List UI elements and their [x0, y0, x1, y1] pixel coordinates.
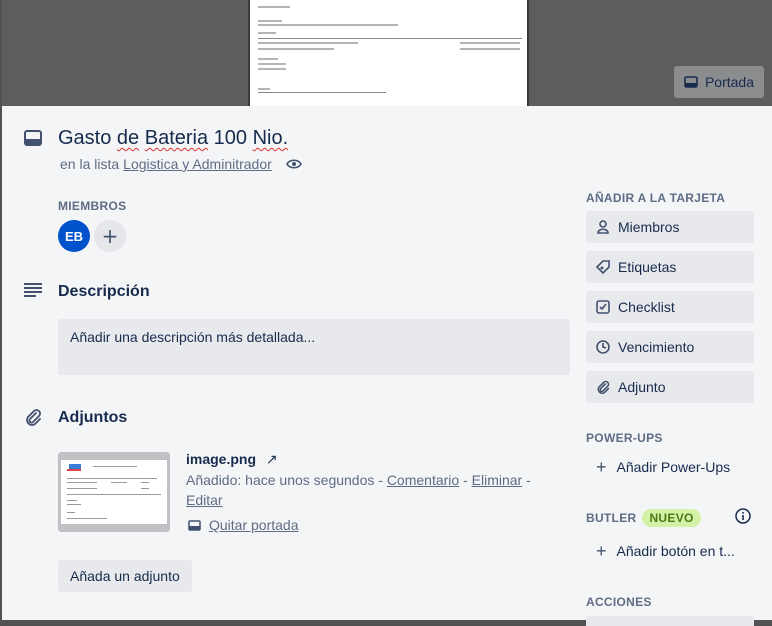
card-icon: [684, 76, 698, 88]
description-icon: [24, 283, 42, 297]
external-link-icon[interactable]: ↗: [266, 451, 278, 467]
plus-icon: +: [596, 540, 607, 561]
powerups-heading: POWER-UPS: [586, 431, 663, 445]
card-icon: [188, 519, 201, 531]
clock-icon: [596, 340, 610, 354]
comment-link[interactable]: Comentario: [387, 472, 459, 488]
eye-icon[interactable]: [285, 158, 302, 170]
card-detail-panel: Gasto de Bateria 100 Nio. en la lista Lo…: [2, 106, 772, 626]
card-cover: Portada: [2, 0, 772, 106]
cover-button[interactable]: Portada: [674, 66, 764, 98]
actions-heading: ACCIONES: [586, 595, 652, 609]
description-heading: Descripción: [58, 283, 150, 300]
delete-link[interactable]: Eliminar: [472, 472, 523, 488]
cover-image: [248, 0, 529, 106]
members-heading: MIEMBROS: [58, 199, 127, 213]
person-icon: [596, 220, 610, 234]
add-powerups-button[interactable]: + Añadir Power-Ups: [586, 451, 754, 483]
add-button-button[interactable]: + Añadir botón en t...: [586, 535, 754, 567]
attachment-meta: Añadido: hace unos segundos - Comentario…: [186, 472, 531, 508]
sidebar-checklist-button[interactable]: Checklist: [586, 291, 754, 323]
plus-icon: +: [596, 456, 607, 477]
butler-heading: BUTLER NUEVO: [586, 509, 701, 527]
list-info: en la lista Logistica y Adminitrador: [60, 156, 302, 172]
card-icon: [24, 130, 42, 146]
sidebar-attachment-button[interactable]: Adjunto: [586, 371, 754, 403]
sidebar-members-button[interactable]: Miembros: [586, 211, 754, 243]
new-badge: NUEVO: [642, 509, 701, 527]
paperclip-icon: [24, 408, 42, 426]
description-input[interactable]: Añadir una descripción más detallada...: [58, 319, 570, 375]
card-title[interactable]: Gasto de Bateria 100 Nio.: [58, 127, 288, 150]
sidebar-labels-button[interactable]: Etiquetas: [586, 251, 754, 283]
attachment-name[interactable]: image.png ↗: [186, 451, 278, 468]
tag-icon: [596, 260, 610, 274]
add-attachment-button[interactable]: Añada un adjunto: [58, 560, 192, 592]
edit-link[interactable]: Editar: [186, 492, 223, 508]
actions-first-button[interactable]: [586, 616, 754, 626]
cover-button-label: Portada: [704, 74, 755, 90]
list-link[interactable]: Logistica y Adminitrador: [123, 156, 272, 172]
info-icon[interactable]: [735, 508, 751, 524]
paperclip-icon: [596, 380, 610, 394]
add-to-card-heading: AÑADIR A LA TARJETA: [586, 191, 726, 205]
remove-cover-link[interactable]: Quitar portada: [188, 517, 299, 533]
add-member-button[interactable]: +: [94, 220, 126, 252]
avatar[interactable]: EB: [58, 220, 90, 252]
checklist-icon: [596, 300, 610, 314]
attachments-heading: Adjuntos: [58, 409, 128, 426]
attachment-thumbnail[interactable]: [58, 452, 170, 532]
sidebar-due-date-button[interactable]: Vencimiento: [586, 331, 754, 363]
